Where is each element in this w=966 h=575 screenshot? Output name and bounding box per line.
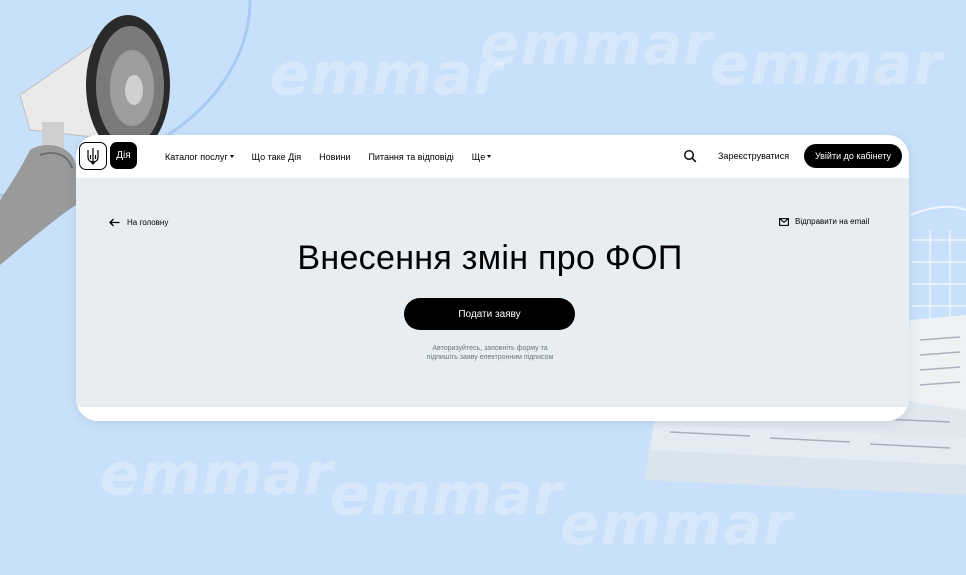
mail-icon xyxy=(779,217,789,226)
nav-item-label: Що таке Дія xyxy=(251,151,302,162)
nav-item-label: Ще xyxy=(471,151,486,162)
nav-item-label: Каталог послуг xyxy=(165,151,228,162)
watermark: emmar xyxy=(480,10,713,78)
watermark: emmar xyxy=(330,460,563,528)
nav-item-more[interactable]: Ще xyxy=(471,151,492,162)
send-email-link[interactable]: Відправити на email xyxy=(779,217,869,226)
service-card: Дія Каталог послуг Що таке Дія Новини Пи… xyxy=(76,135,909,421)
main-panel: На головну Відправити на email Внесення … xyxy=(76,178,909,407)
main-nav: Каталог послуг Що таке Дія Новини Питанн… xyxy=(165,135,509,178)
send-email-label: Відправити на email xyxy=(795,217,870,226)
login-button[interactable]: Увійти до кабінету xyxy=(804,144,902,168)
nav-item-label: Питання та відповіді xyxy=(368,151,454,162)
header: Дія Каталог послуг Що таке Дія Новини Пи… xyxy=(76,135,909,178)
diia-logo[interactable]: Дія xyxy=(110,142,137,169)
page-title: Внесення змін про ФОП xyxy=(297,239,683,277)
chevron-down-icon xyxy=(229,155,234,158)
nav-item-catalog[interactable]: Каталог послуг xyxy=(165,152,234,162)
nav-item-faq[interactable]: Питання та відповіді xyxy=(368,152,453,162)
search-icon[interactable] xyxy=(683,149,697,163)
arrow-left-icon xyxy=(109,218,120,227)
hint-line: Авторизуйтесь, заповніть форму та xyxy=(432,345,548,352)
chevron-down-icon xyxy=(487,155,492,158)
trident-logo-icon[interactable] xyxy=(79,142,107,170)
hint-text: Авторизуйтесь, заповніть форму та підпиш… xyxy=(390,344,590,362)
back-home-label: На головну xyxy=(127,218,169,227)
watermark: emmar xyxy=(710,30,943,98)
nav-item-about[interactable]: Що таке Дія xyxy=(252,152,301,162)
nav-item-news[interactable]: Новини xyxy=(319,152,350,162)
watermark: emmar xyxy=(270,40,503,108)
register-link[interactable]: Зареєструватися xyxy=(718,151,789,161)
nav-item-label: Новини xyxy=(319,151,351,162)
hint-line: підпишіть заяву електронним підписом xyxy=(426,354,554,361)
watermark: emmar xyxy=(100,440,333,508)
submit-application-button[interactable]: Подати заяву xyxy=(404,298,575,330)
back-home-link[interactable]: На головну xyxy=(109,218,168,227)
trident-icon xyxy=(87,148,99,165)
